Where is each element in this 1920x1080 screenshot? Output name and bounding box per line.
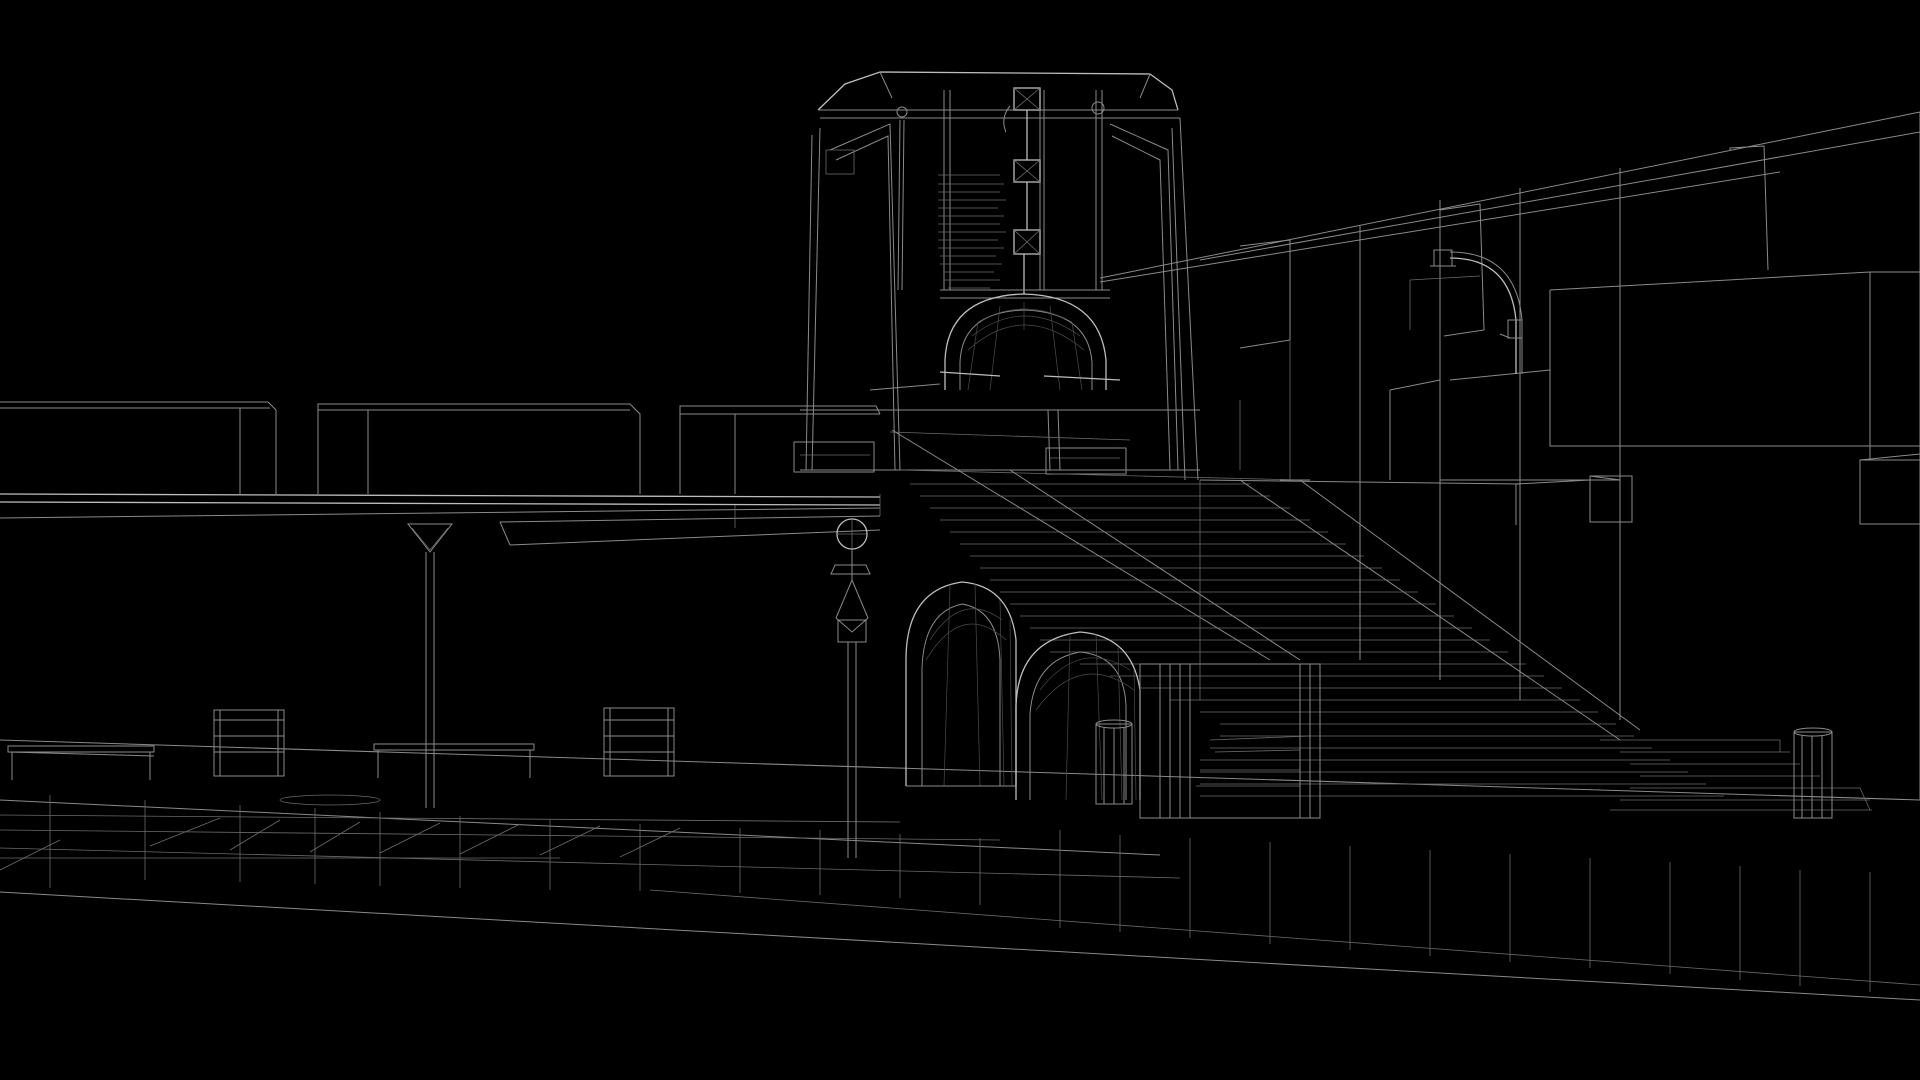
street-lamp-curved: [1430, 249, 1523, 374]
bench-chair-right: [603, 707, 675, 777]
inscription-plaque: [938, 174, 1006, 289]
bench-low-left: [7, 745, 155, 780]
wireframe-viewport: [0, 0, 1920, 1080]
canopy-walkway: [0, 493, 881, 808]
grand-staircase: [889, 431, 1724, 797]
side-steps-center: [1196, 735, 1311, 787]
entrance-gate: [1139, 663, 1321, 819]
bench-low-middle: [373, 743, 535, 778]
side-steps-right: [1600, 739, 1872, 811]
staircase-rail: [891, 429, 1641, 741]
wireframe-scene: [0, 71, 1920, 1001]
lower-arch-left: [905, 581, 1017, 787]
bench-chair-left: [213, 709, 285, 777]
background-buildings-left: [0, 401, 881, 494]
street-lamp-globe: [830, 518, 871, 858]
lower-arch-right: [1015, 631, 1141, 801]
background-buildings-right: [1099, 111, 1920, 800]
ground-plane: [0, 739, 1920, 1001]
waste-bin-right: [1793, 727, 1833, 819]
